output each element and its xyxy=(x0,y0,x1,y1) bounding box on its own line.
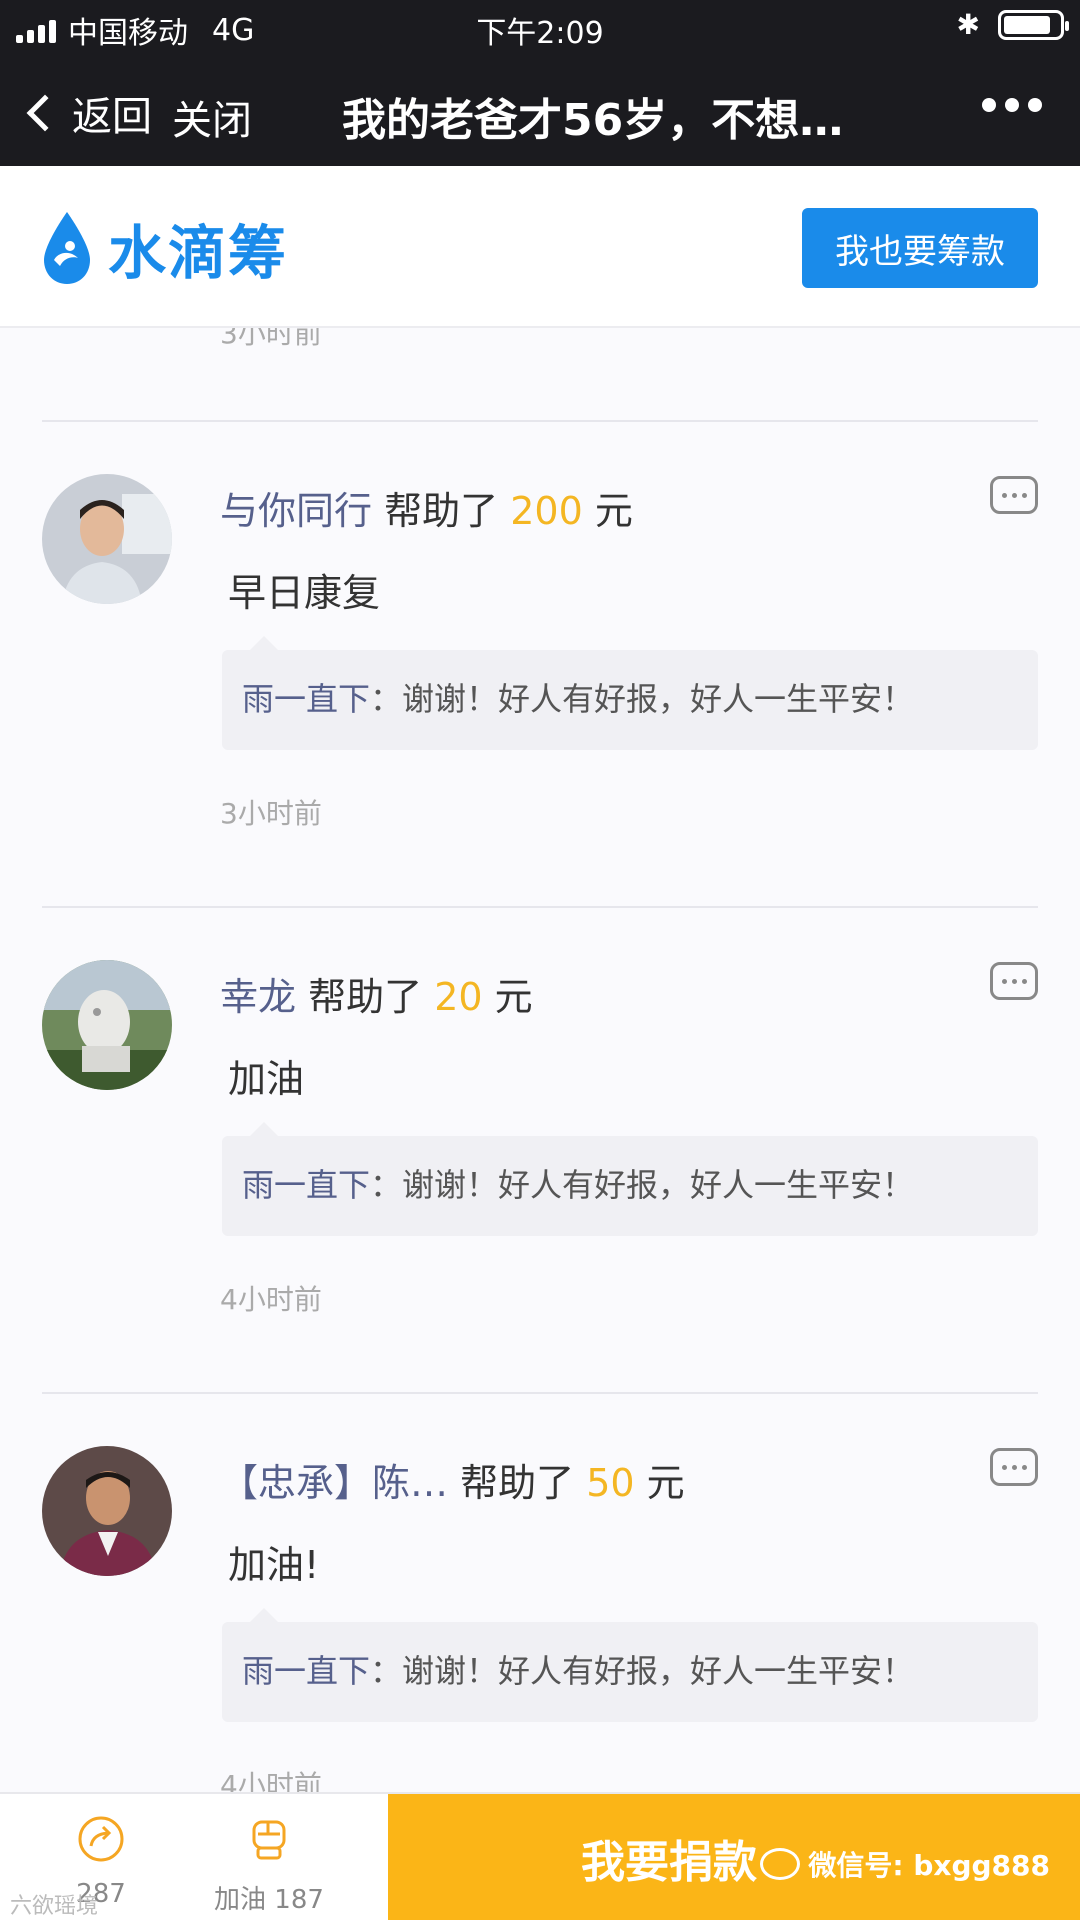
donor-line: 与你同行 帮助了 200 元 xyxy=(220,480,633,535)
page-title: 我的老爸才56岁，不想… xyxy=(342,95,844,146)
donor-message: 加油! xyxy=(228,1543,320,1587)
reply-text: 雨一直下：谢谢！好人有好报，好人一生平安！ xyxy=(242,1160,914,1206)
donor-action: 帮助了 xyxy=(460,1461,575,1505)
donation-feed: 3小时前 与你同行 帮助了 200 元 早日康复 雨一直下：谢谢！好人有好报，好… xyxy=(0,328,1080,1792)
currency-unit: 元 xyxy=(646,1461,685,1505)
reply-separator: ： xyxy=(370,680,403,718)
currency-unit: 元 xyxy=(494,975,533,1019)
reply-author[interactable]: 雨一直下 xyxy=(242,680,370,718)
back-button[interactable]: 返回 xyxy=(24,84,152,142)
timestamp: 3小时前 xyxy=(220,328,322,350)
avatar[interactable] xyxy=(42,474,172,604)
timestamp: 4小时前 xyxy=(220,1283,322,1316)
bottom-bar: 287 加油 187 六欲瑶境 我要捐款 微信号: bxgg888 xyxy=(0,1792,1080,1920)
status-bar: 中国移动 4G 下午2:09 ✱ xyxy=(0,0,1080,54)
battery-fill xyxy=(1004,15,1050,34)
donor-line: 幸龙 帮助了 20 元 xyxy=(220,966,533,1021)
donor-message: 早日康复 xyxy=(228,571,381,615)
reply-separator: ： xyxy=(370,1166,403,1204)
reply-separator: ： xyxy=(370,1652,403,1690)
reply-text: 雨一直下：谢谢！好人有好报，好人一生平安！ xyxy=(242,1646,914,1692)
reply-message: 谢谢！好人有好报，好人一生平安！ xyxy=(402,680,915,718)
share-icon xyxy=(78,1816,124,1862)
reply-box: 雨一直下：谢谢！好人有好报，好人一生平安！ xyxy=(222,1122,1038,1236)
comment-icon[interactable] xyxy=(990,962,1038,1000)
comment-icon[interactable] xyxy=(990,476,1038,514)
nav-bar: 返回 关闭 我的老爸才56岁，不想… xyxy=(0,54,1080,166)
avatar[interactable] xyxy=(42,960,172,1090)
donor-name[interactable]: 【忠承】陈… xyxy=(220,1461,448,1505)
reply-box: 雨一直下：谢谢！好人有好报，好人一生平安！ xyxy=(222,1608,1038,1722)
donation-entry: 与你同行 帮助了 200 元 早日康复 雨一直下：谢谢！好人有好报，好人一生平安… xyxy=(0,422,1080,906)
fist-icon xyxy=(252,1820,286,1860)
donation-entry: 幸龙 帮助了 20 元 加油 雨一直下：谢谢！好人有好报，好人一生平安！ 4小时… xyxy=(0,908,1080,1392)
donor-name[interactable]: 与你同行 xyxy=(220,489,372,533)
donation-amount: 200 xyxy=(510,489,583,533)
donate-label: 我要捐款 xyxy=(581,1837,757,1888)
timestamp: 3小时前 xyxy=(220,797,322,830)
more-options-icon[interactable] xyxy=(982,98,1042,112)
watermark-text: 微信号: bxgg888 xyxy=(808,1849,1050,1882)
cheer-label: 加油 187 xyxy=(214,1885,324,1915)
donation-entry: 【忠承】陈… 帮助了 50 元 加油! 雨一直下：谢谢！好人有好报，好人一生平安… xyxy=(0,1394,1080,1792)
donor-line: 【忠承】陈… 帮助了 50 元 xyxy=(220,1452,685,1507)
chevron-left-icon xyxy=(26,94,64,132)
reply-message: 谢谢！好人有好报，好人一生平安！ xyxy=(402,1166,915,1204)
watermark: 微信号: bxgg888 xyxy=(760,1844,1050,1884)
wechat-icon xyxy=(760,1848,801,1880)
close-button[interactable]: 关闭 xyxy=(172,88,252,146)
donor-message: 加油 xyxy=(228,1057,305,1101)
timestamp: 4小时前 xyxy=(220,1769,322,1792)
brand-logo[interactable]: 水滴筹 xyxy=(40,206,288,290)
donation-amount: 50 xyxy=(586,1461,635,1505)
watermark-left: 六欲瑶境 xyxy=(10,1894,99,1919)
currency-unit: 元 xyxy=(594,489,633,533)
reply-text: 雨一直下：谢谢！好人有好报，好人一生平安！ xyxy=(242,674,914,720)
avatar[interactable] xyxy=(42,1446,172,1576)
bluetooth-icon: ✱ xyxy=(956,8,980,41)
battery-icon xyxy=(998,9,1069,40)
reply-author[interactable]: 雨一直下 xyxy=(242,1166,370,1204)
donor-action: 帮助了 xyxy=(384,489,499,533)
start-fundraiser-button[interactable]: 我也要筹款 xyxy=(802,208,1038,288)
reply-author[interactable]: 雨一直下 xyxy=(242,1652,370,1690)
donor-name[interactable]: 幸龙 xyxy=(220,975,296,1019)
status-time: 下午2:09 xyxy=(476,16,604,51)
status-right: ✱ xyxy=(956,8,1069,41)
donor-action: 帮助了 xyxy=(308,975,423,1019)
donate-button[interactable]: 我要捐款 微信号: bxgg888 xyxy=(388,1794,1080,1920)
brand-header: 水滴筹 我也要筹款 xyxy=(0,166,1080,328)
reply-message: 谢谢！好人有好报，好人一生平安！ xyxy=(402,1652,915,1690)
back-label: 返回 xyxy=(72,94,152,140)
reply-box: 雨一直下：谢谢！好人有好报，好人一生平安！ xyxy=(222,636,1038,750)
brand-name: 水滴筹 xyxy=(108,219,289,287)
cheer-button[interactable]: 加油 187 xyxy=(194,1814,344,1916)
comment-icon[interactable] xyxy=(990,1448,1038,1486)
water-drop-icon xyxy=(44,212,90,284)
donation-amount: 20 xyxy=(434,975,483,1019)
